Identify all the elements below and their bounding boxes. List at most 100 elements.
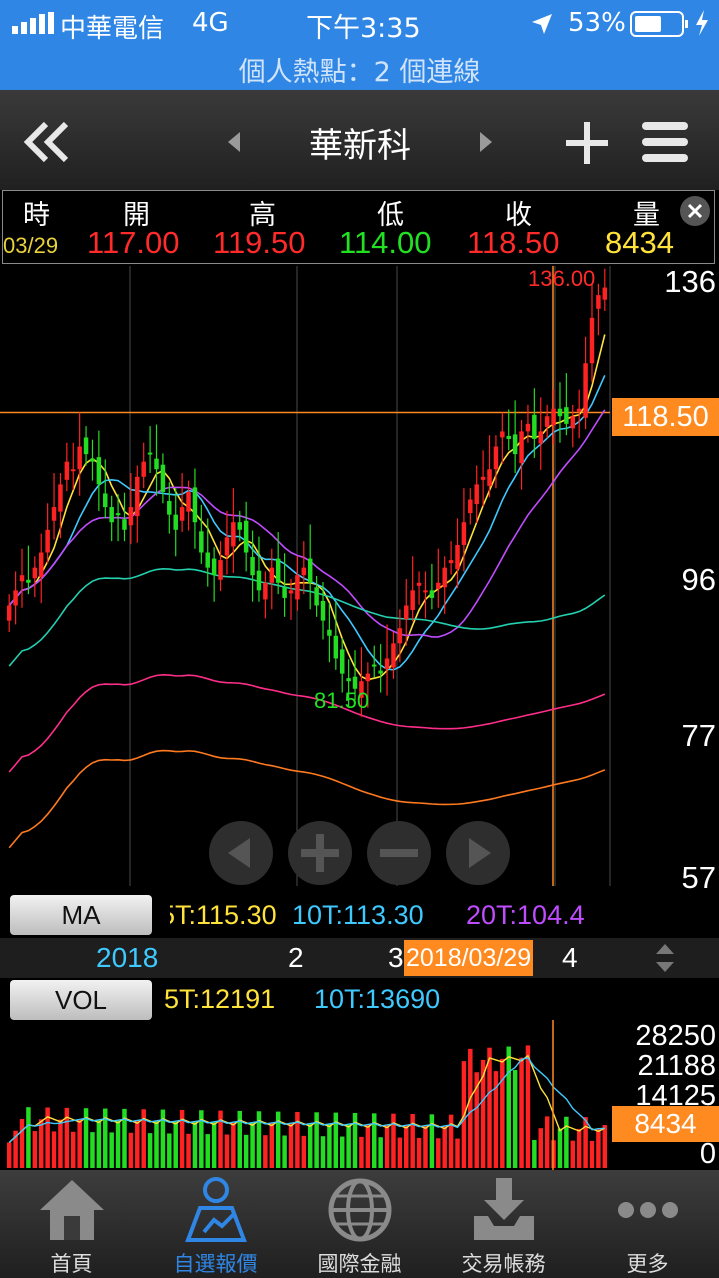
volume-bar (288, 1123, 294, 1168)
volume-bar (96, 1120, 102, 1168)
volume-bar (564, 1116, 569, 1168)
volume-bar (410, 1114, 415, 1168)
volume-bar (250, 1123, 255, 1168)
candle-body (352, 676, 358, 689)
candle-body (250, 557, 255, 576)
candle-body (64, 461, 70, 480)
volume-bar (391, 1113, 396, 1168)
candle-body (339, 649, 345, 674)
candle-body (423, 590, 428, 593)
tab-watchlist[interactable]: 自選報價 (144, 1170, 287, 1278)
volume-bar (519, 1057, 524, 1168)
volume-bar (416, 1137, 422, 1168)
signal-icon (12, 12, 54, 34)
candle-body (442, 567, 447, 588)
candle-body (128, 507, 134, 526)
volume-bar (38, 1119, 44, 1168)
candle-body (6, 605, 12, 621)
globe-icon (328, 1178, 392, 1242)
candle-body (397, 628, 403, 644)
candle-body (32, 567, 38, 579)
value-volume: 8434 (605, 225, 674, 260)
volume-bar (256, 1111, 262, 1168)
tab-international-label: 國際金融 (317, 1252, 402, 1276)
candle-body (13, 590, 18, 606)
candle-body (327, 629, 332, 636)
candle-body (480, 476, 486, 480)
candle-body (77, 446, 82, 470)
candle-body (468, 499, 473, 514)
candle-body (404, 605, 409, 620)
candle-body (282, 587, 287, 598)
candle-body (544, 416, 550, 427)
candle-body (372, 664, 377, 667)
candle-body (58, 484, 63, 512)
candle-body (154, 458, 159, 470)
candle-body (19, 575, 25, 582)
candle-body (96, 457, 102, 485)
volume-bar (570, 1140, 576, 1168)
tab-more[interactable]: 更多 (576, 1170, 719, 1278)
zoom-in-button[interactable] (287, 820, 353, 890)
volume-bar (544, 1116, 550, 1168)
inbox-download-icon (474, 1178, 534, 1240)
resize-handle-icon[interactable] (654, 942, 676, 978)
y-tick-96: 96 (681, 562, 716, 597)
close-icon[interactable] (679, 195, 711, 231)
menu-icon[interactable] (642, 118, 688, 170)
volume-bar (404, 1125, 409, 1168)
candle-body (551, 408, 556, 426)
volume-bar (442, 1126, 447, 1168)
volume-bar (186, 1133, 191, 1168)
volume-bar (429, 1114, 435, 1168)
candle-body (500, 431, 505, 438)
y-tick-77: 77 (681, 718, 716, 753)
volume-bar (231, 1122, 236, 1168)
next-stock-icon[interactable] (476, 130, 494, 158)
candle-body (38, 552, 44, 577)
add-icon[interactable] (564, 120, 610, 170)
candle-body (186, 491, 191, 512)
prev-stock-icon[interactable] (226, 130, 244, 158)
candle-body (295, 575, 300, 600)
candle-body (512, 434, 518, 455)
price-chart[interactable] (0, 266, 719, 896)
volume-bar (487, 1047, 492, 1168)
tab-home[interactable]: 首頁 (0, 1170, 143, 1278)
volume-bar (224, 1134, 230, 1168)
candle-body (147, 452, 153, 455)
tab-international[interactable]: 國際金融 (288, 1170, 431, 1278)
volume-bar (500, 1058, 505, 1168)
status-bar: 中華電信 4G 下午3:35 53% 個人熱點：2 個連線 (0, 0, 719, 90)
volume-bar (378, 1137, 383, 1168)
candle-body (493, 446, 499, 470)
candle-body (378, 670, 383, 674)
candle-body (224, 537, 230, 556)
ma-button[interactable]: MA (10, 895, 152, 935)
ma120-line (8, 674, 606, 773)
volume-chart[interactable] (0, 1020, 612, 1170)
tab-trading[interactable]: 交易帳務 (432, 1170, 575, 1278)
volume-bar (275, 1111, 281, 1168)
volume-bar (532, 1139, 537, 1168)
candle-body (429, 590, 435, 598)
candle-body (519, 431, 524, 464)
scroll-left-button[interactable] (208, 820, 274, 890)
zoom-out-button[interactable] (366, 820, 432, 890)
candle-body (314, 587, 319, 606)
volume-bar (320, 1136, 326, 1168)
candle-body (83, 437, 89, 455)
vol-button[interactable]: VOL (10, 980, 152, 1020)
volume-bar (135, 1121, 140, 1168)
candle-body (275, 558, 281, 583)
volume-bar (109, 1132, 114, 1168)
battery-percent: 53% (568, 8, 626, 38)
back-double-chevron-icon[interactable] (22, 120, 72, 168)
volume-bar (301, 1135, 307, 1168)
candle-body (538, 431, 543, 444)
candle-body (218, 560, 223, 580)
candle-body (461, 522, 467, 545)
scroll-right-button[interactable] (445, 820, 511, 890)
candle-body (333, 635, 339, 659)
vol-tick-0: 0 (699, 1138, 716, 1170)
